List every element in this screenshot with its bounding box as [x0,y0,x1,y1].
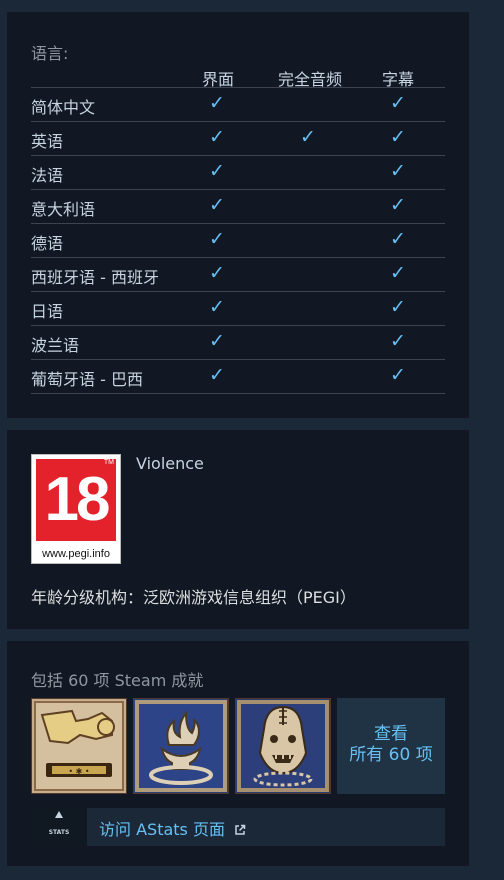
pegi-red-block: 18 TM [36,459,116,541]
pegi-18-badge: 18 TM www.pegi.info [31,454,121,564]
view-all-line-1: 查看 [374,724,408,744]
language-name: 波兰语 [31,336,80,355]
language-row: 波兰语 ✓ ✓ [31,326,445,360]
language-row: 葡萄牙语 - 巴西 ✓ ✓ [31,360,445,394]
language-name: 葡萄牙语 - 巴西 [31,370,143,389]
pegi-url: www.pegi.info [42,548,110,560]
astats-logo-text: STATS [49,829,70,836]
language-row: 简体中文 ✓ ✓ [31,88,445,122]
interface-check-icon: ✓ [209,92,225,114]
language-row: 法语 ✓ ✓ [31,156,445,190]
language-name: 简体中文 [31,98,96,117]
flaming-chalice-icon[interactable] [133,698,229,794]
languages-header: 界面 完全音频 字幕 [7,66,469,89]
language-row: 西班牙语 - 西班牙 ✓ ✓ [31,258,445,292]
svg-text:• ✱ •: • ✱ • [68,767,89,776]
subtitles-check-icon: ✓ [390,92,406,114]
interface-check-icon: ✓ [209,228,225,250]
language-row: 英语 ✓ ✓ ✓ [31,122,445,156]
subtitles-check-icon: ✓ [390,330,406,352]
achievements-title: 包括 60 项 Steam 成就 [31,671,204,690]
language-name: 法语 [31,166,64,185]
subtitles-check-icon: ✓ [390,262,406,284]
interface-check-icon: ✓ [209,330,225,352]
interface-check-icon: ✓ [209,296,225,318]
flexed-arm-icon[interactable]: • ✱ • [31,698,127,794]
interface-check-icon: ✓ [209,194,225,216]
subtitles-check-icon: ✓ [390,126,406,148]
language-name: 意大利语 [31,200,96,219]
view-all-achievements-button[interactable]: 查看 所有 60 项 [337,698,445,794]
pegi-trademark: TM [103,459,114,466]
external-link-icon [234,821,246,840]
audio-check-icon: ✓ [300,126,316,148]
stitched-ogre-head-icon[interactable] [235,698,331,794]
subtitles-check-icon: ✓ [390,296,406,318]
astats-link[interactable]: 访问 AStats 页面 [99,816,246,840]
languages-title: 语言: [31,44,69,63]
interface-check-icon: ✓ [209,364,225,386]
interface-check-icon: ✓ [209,160,225,182]
language-name: 日语 [31,302,64,321]
interface-check-icon: ✓ [209,262,225,284]
astats-link-label: 访问 AStats 页面 [99,820,225,839]
achievements-panel: 包括 60 项 Steam 成就 • ✱ • 查看 所有 60 项 STATS … [7,641,469,866]
astats-logo: STATS [31,808,87,846]
language-row: 意大利语 ✓ ✓ [31,190,445,224]
view-all-line-2: 所有 60 项 [349,745,433,765]
age-rating-panel: 18 TM www.pegi.info Violence 年龄分级机构：泛欧洲游… [7,430,469,629]
subtitles-check-icon: ✓ [390,160,406,182]
language-row: 德语 ✓ ✓ [31,224,445,258]
interface-check-icon: ✓ [209,126,225,148]
rating-agency: 年龄分级机构：泛欧洲游戏信息组织（PEGI） [31,588,356,607]
languages-panel: 语言: 界面 完全音频 字幕 简体中文 ✓ ✓ 英语 ✓ ✓ ✓ 法语 ✓ ✓ 意大利语 ✓ ✓ 德语 ✓ ✓… [7,12,469,418]
language-name: 德语 [31,234,64,253]
language-name: 英语 [31,132,64,151]
language-name: 西班牙语 - 西班牙 [31,268,159,287]
subtitles-check-icon: ✓ [390,364,406,386]
pegi-rating-number: 18 [44,465,111,534]
subtitles-check-icon: ✓ [390,228,406,250]
astats-link-button[interactable]: STATS 访问 AStats 页面 [31,808,445,846]
language-row: 日语 ✓ ✓ [31,292,445,326]
subtitles-check-icon: ✓ [390,194,406,216]
rating-descriptor: Violence [136,454,204,473]
